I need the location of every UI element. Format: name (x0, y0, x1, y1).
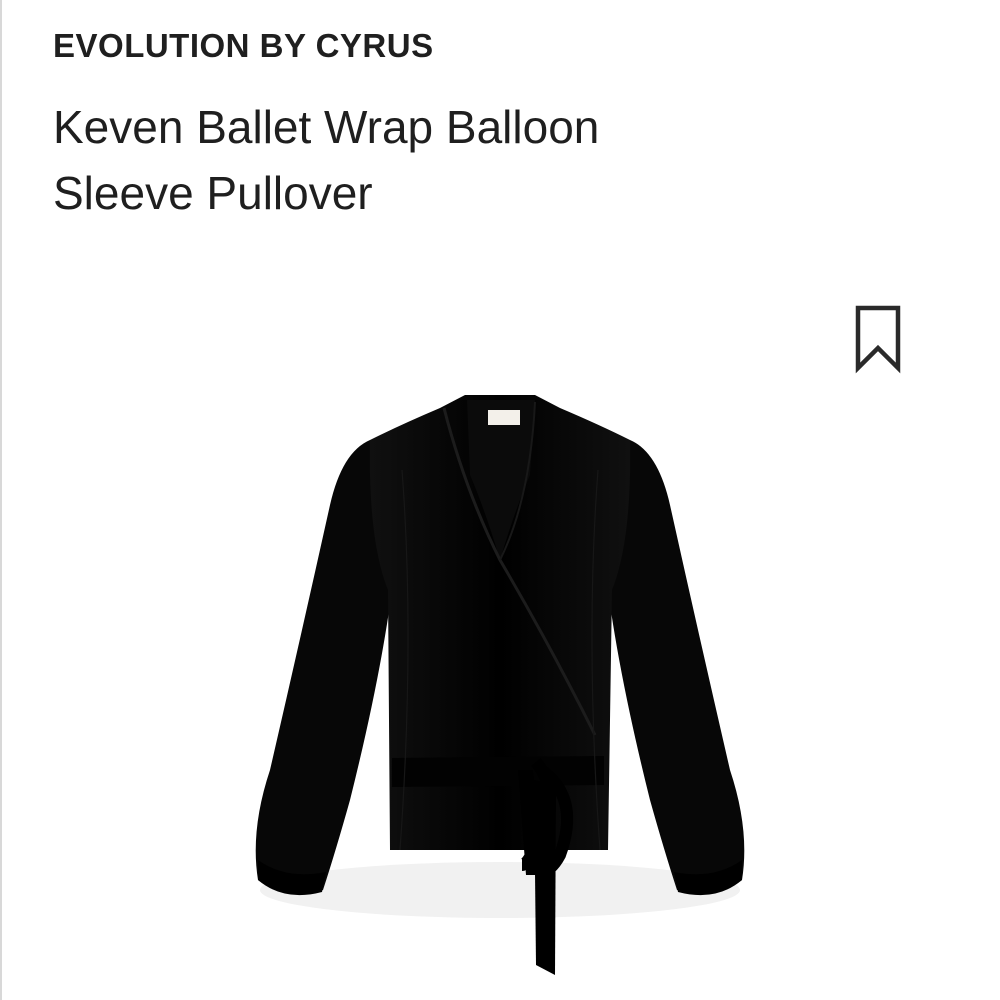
bookmark-button[interactable] (852, 302, 904, 374)
left-edge-divider (0, 0, 2, 1000)
black-wrap-pullover-image (255, 395, 745, 975)
product-title-line-1: Keven Ballet Wrap Balloon (53, 101, 600, 153)
product-image (230, 380, 770, 990)
product-title: Keven Ballet Wrap Balloon Sleeve Pullove… (53, 94, 753, 226)
brand-name: EVOLUTION BY CYRUS (53, 27, 434, 64)
product-title-line-2: Sleeve Pullover (53, 167, 373, 219)
bookmark-icon (855, 305, 901, 374)
